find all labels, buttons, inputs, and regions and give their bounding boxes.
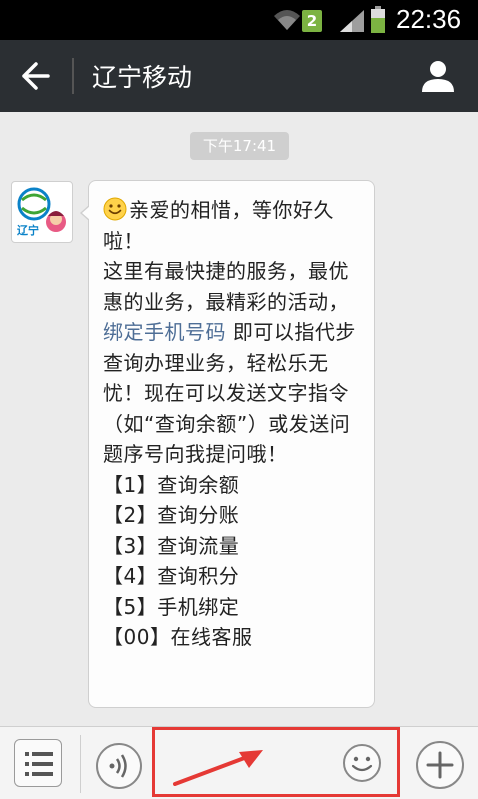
voice-input-button[interactable]: [96, 743, 142, 789]
signal-icon: [340, 10, 364, 32]
chat-title: 辽宁移动: [92, 63, 193, 92]
avatar-label: 辽宁: [17, 223, 39, 237]
more-actions-button[interactable]: [416, 741, 464, 789]
wifi-icon: [274, 10, 300, 30]
message-intro: 亲爱的相惜，等你好久啦！: [103, 198, 334, 253]
sim-badge: 2: [302, 10, 322, 32]
input-bar-divider: [80, 735, 81, 793]
bind-phone-link[interactable]: 绑定手机号码: [103, 320, 226, 344]
chat-header: 辽宁移动: [0, 40, 478, 112]
message-timestamp: 下午17:41: [190, 132, 289, 160]
china-mobile-logo-icon: 辽宁: [17, 187, 66, 237]
arrow-left-icon[interactable]: [20, 60, 52, 92]
emoji-button-icon[interactable]: [341, 742, 383, 784]
status-bar: 2 22:36: [0, 0, 478, 40]
smile-emoji-icon: [103, 197, 127, 221]
message-input-area: [152, 727, 400, 797]
clock: 22:36: [396, 4, 462, 34]
annotation-arrow: [173, 750, 263, 786]
message-intro-line: 亲爱的相惜，等你好久啦！: [103, 195, 364, 256]
option-item: 【3】查询流量: [103, 533, 240, 558]
option-item: 【5】手机绑定: [103, 594, 240, 619]
list-icon: [25, 752, 53, 776]
message-line-1: 这里有最快捷的服务，最优惠的业务，最精彩的活动，: [103, 259, 349, 314]
battery-icon: [371, 6, 385, 33]
person-icon[interactable]: [420, 58, 456, 94]
option-item: 【00】在线客服: [103, 625, 253, 649]
header-divider: [72, 58, 74, 94]
input-bar: [0, 726, 478, 799]
option-item: 【1】查询余额: [103, 472, 240, 497]
option-item: 【2】查询分账: [103, 503, 240, 527]
plus-icon: [426, 751, 454, 779]
voice-wave-icon: [109, 754, 127, 778]
message-text: 亲爱的相惜，等你好久啦！ 这里有最快捷的服务，最优惠的业务，最精彩的活动， 绑定手…: [103, 195, 364, 653]
message-bubble: 亲爱的相惜，等你好久啦！ 这里有最快捷的服务，最优惠的业务，最精彩的活动， 绑定手…: [80, 180, 375, 708]
option-item: 【4】查询积分: [103, 564, 240, 588]
message-body: 这里有最快捷的服务，最优惠的业务，最精彩的活动，绑定手机号码 即可以指代步查询办…: [103, 256, 364, 470]
menu-toggle-button[interactable]: [14, 739, 62, 787]
avatar[interactable]: 辽宁: [11, 181, 73, 243]
